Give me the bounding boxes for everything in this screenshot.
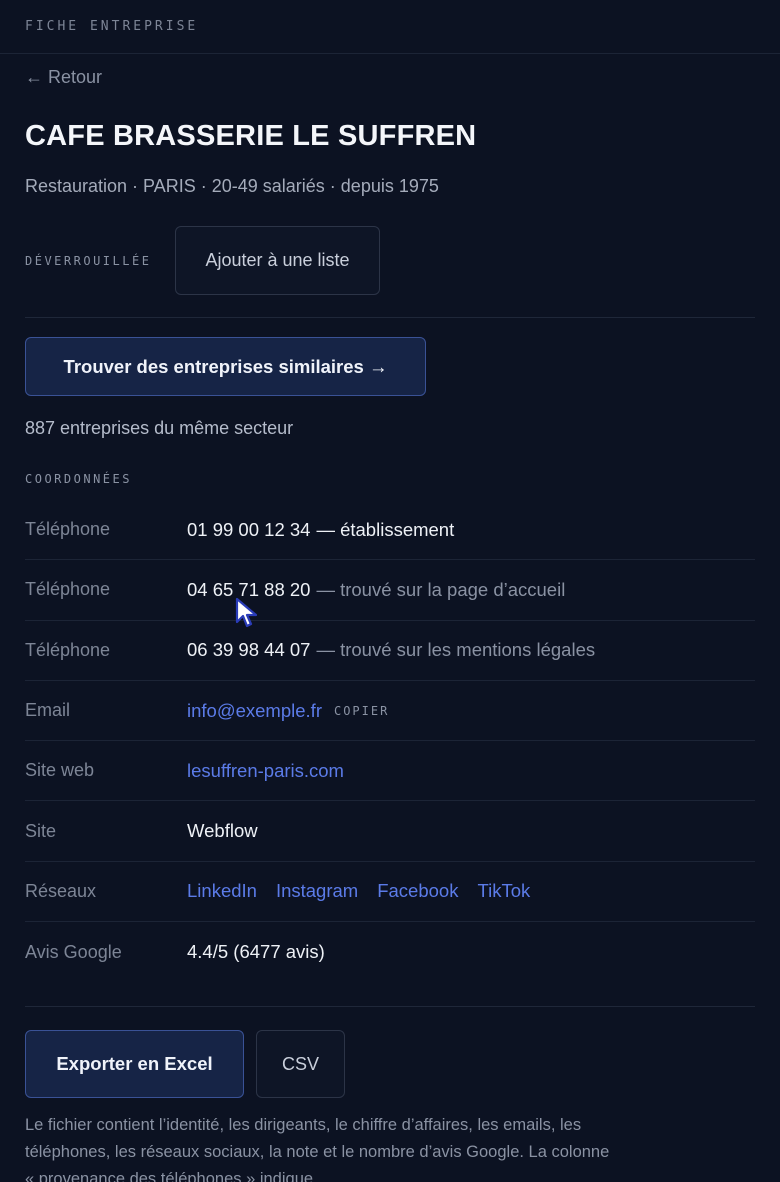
phone-row: Téléphone 01 99 00 12 34 — établissement: [25, 500, 755, 561]
email-row: Email info@exemple.fr COPIER: [25, 681, 755, 742]
phone-value: 06 39 98 44 07 — trouvé sur les mentions…: [187, 639, 595, 661]
row-label: Site web: [25, 760, 95, 781]
contacts-table: Téléphone 01 99 00 12 34 — établissement…: [25, 500, 755, 982]
row-label: Téléphone: [25, 519, 111, 540]
contacts-section-title: COORDONNÉES: [25, 472, 132, 486]
platform-row: Site Webflow: [25, 801, 755, 862]
email-value: info@exemple.fr COPIER: [187, 700, 389, 722]
page-header: FICHE ENTREPRISE: [0, 0, 780, 54]
find-similar-button[interactable]: Trouver des entreprises similaires →: [25, 337, 426, 396]
page-header-title: FICHE ENTREPRISE: [25, 19, 199, 34]
website-value: lesuffren-paris.com: [187, 760, 344, 782]
divider: [25, 1006, 755, 1007]
phone-row: Téléphone 06 39 98 44 07 — trouvé sur le…: [25, 621, 755, 681]
platform-value: Webflow: [187, 820, 258, 842]
social-links: LinkedIn Instagram Facebook TikTok: [187, 880, 549, 902]
phone-source: — trouvé sur les mentions légales: [316, 639, 596, 661]
export-excel-button[interactable]: Exporter en Excel: [25, 1030, 244, 1098]
tiktok-link[interactable]: TikTok: [477, 880, 530, 902]
facebook-link[interactable]: Facebook: [377, 880, 458, 902]
add-to-list-button[interactable]: Ajouter à une liste: [175, 226, 380, 295]
email-link[interactable]: info@exemple.fr: [187, 700, 322, 722]
social-row: Réseaux LinkedIn Instagram Facebook TikT…: [25, 862, 755, 923]
phone-number[interactable]: 01 99 00 12 34: [187, 519, 310, 541]
copy-email-button[interactable]: COPIER: [334, 704, 389, 718]
row-label: Réseaux: [25, 880, 97, 901]
divider: [25, 317, 755, 318]
phone-number[interactable]: 04 65 71 88 20: [187, 579, 310, 601]
back-link[interactable]: ← Retour: [25, 67, 102, 88]
export-csv-button[interactable]: CSV: [256, 1030, 345, 1098]
website-row: Site web lesuffren-paris.com: [25, 741, 755, 802]
sector-count: 887 entreprises du même secteur: [25, 418, 294, 438]
phone-row: Téléphone 04 65 71 88 20 — trouvé sur la…: [25, 560, 755, 621]
google-reviews-row: Avis Google 4.4/5 (6477 avis): [25, 922, 755, 982]
instagram-link[interactable]: Instagram: [276, 880, 358, 902]
row-label: Téléphone: [25, 639, 111, 660]
phone-source: — trouvé sur la page d’accueil: [316, 578, 566, 600]
phone-value: 01 99 00 12 34 — établissement: [187, 519, 454, 541]
google-reviews-value: 4.4/5 (6477 avis): [187, 941, 325, 963]
company-name: CAFE BRASSERIE LE SUFFREN: [25, 120, 477, 152]
row-label: Site: [25, 820, 57, 841]
row-label: Email: [25, 700, 71, 721]
linkedin-link[interactable]: LinkedIn: [187, 880, 257, 902]
website-link[interactable]: lesuffren-paris.com: [187, 760, 344, 782]
unlock-status-badge: DÉVERROUILLÉE: [25, 254, 152, 268]
phone-value: 04 65 71 88 20 — trouvé sur la page d’ac…: [187, 579, 565, 601]
row-label: Avis Google: [25, 941, 122, 962]
company-meta: Restauration · PARIS · 20-49 salariés · …: [25, 176, 439, 196]
phone-source: — établissement: [316, 518, 455, 540]
export-description: Le fichier contient l’identité, les diri…: [25, 1116, 610, 1182]
row-label: Téléphone: [25, 579, 111, 600]
phone-number[interactable]: 06 39 98 44 07: [187, 639, 310, 661]
